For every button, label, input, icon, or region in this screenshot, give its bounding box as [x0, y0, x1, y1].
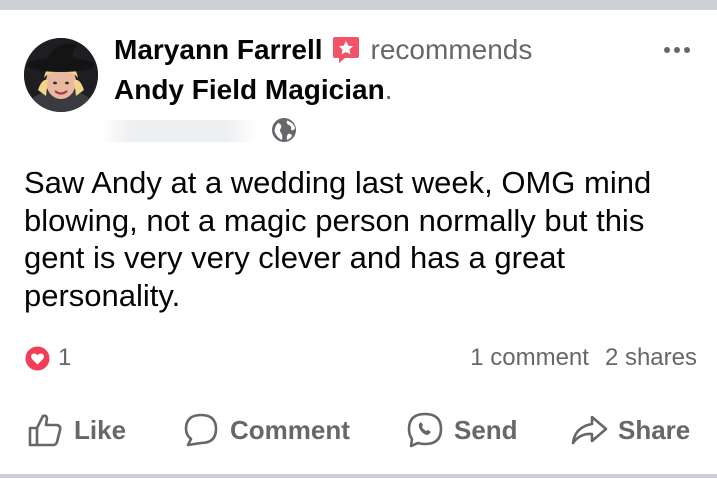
send-label: Send — [454, 414, 518, 445]
more-dot — [674, 47, 680, 53]
share-count-link[interactable]: 2 shares — [605, 344, 697, 372]
thumbs-up-icon — [28, 414, 62, 447]
globe-icon[interactable] — [270, 116, 298, 144]
page-name-link[interactable]: Andy Field Magician — [114, 74, 385, 106]
like-button[interactable]: Like — [26, 406, 126, 454]
avatar[interactable] — [24, 38, 98, 112]
send-button[interactable]: Send — [406, 406, 518, 454]
reactions-summary[interactable]: 1 — [24, 343, 71, 373]
recommends-text: recommends — [370, 34, 533, 65]
more-dot — [684, 47, 690, 53]
page-line: Andy Field Magician . — [114, 70, 392, 110]
blurred-timestamp — [100, 120, 258, 142]
share-arrow-icon — [571, 415, 608, 445]
bottom-divider — [0, 474, 717, 478]
comment-count-link[interactable]: 1 comment — [470, 344, 589, 372]
comment-button[interactable]: Comment — [182, 406, 350, 454]
messenger-icon — [407, 412, 443, 448]
post-text: Saw Andy at a wedding last week, OMG min… — [24, 165, 652, 313]
share-label: Share — [618, 414, 691, 445]
more-options-button[interactable] — [655, 36, 699, 64]
period: . — [384, 74, 393, 105]
comment-label: Comment — [230, 414, 350, 445]
more-dot — [664, 47, 670, 53]
comment-bubble-icon — [184, 413, 218, 447]
recommend-star-icon — [331, 35, 361, 65]
heart-icon — [24, 345, 51, 372]
top-divider — [0, 0, 717, 10]
post-header: Maryann Farrell recommends — [114, 30, 532, 70]
share-button[interactable]: Share — [570, 406, 690, 454]
author-name[interactable]: Maryann Farrell — [114, 34, 323, 66]
post-meta — [100, 114, 300, 146]
engagement-counts: 1 comment 2 shares — [470, 343, 697, 373]
reaction-count: 1 — [58, 344, 72, 371]
like-label: Like — [74, 414, 127, 445]
